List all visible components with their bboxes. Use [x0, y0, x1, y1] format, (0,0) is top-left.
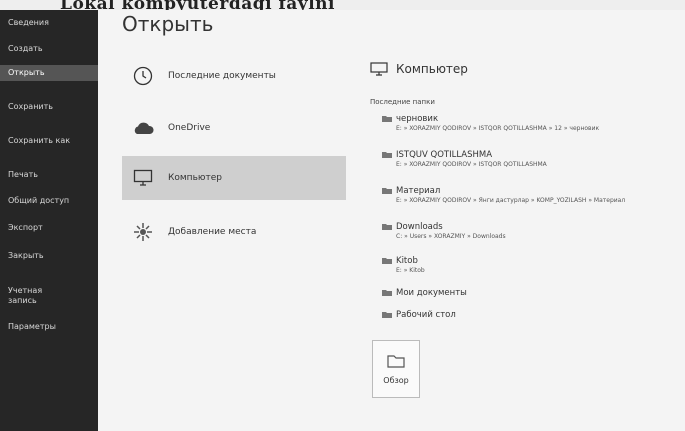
recent-folder-item[interactable]: Рабочий стол	[382, 310, 456, 320]
sidebar-item-new[interactable]: Создать	[0, 44, 98, 54]
sidebar-item-export[interactable]: Экспорт	[0, 223, 98, 233]
sidebar-item-open[interactable]: Открыть	[0, 65, 98, 81]
sidebar-item-print[interactable]: Печать	[0, 170, 98, 180]
folder-icon	[382, 115, 392, 122]
place-label: Последние документы	[168, 71, 276, 81]
sidebar-item-save[interactable]: Сохранить	[0, 102, 98, 112]
folder-icon	[382, 289, 392, 296]
folder-path: E: » XORAZMIY QODIROV » ISTQOR QOTILLASH…	[396, 125, 600, 132]
sidebar-item-share[interactable]: Общий доступ	[0, 196, 98, 206]
panel-title-label: Компьютер	[396, 62, 468, 76]
recent-folders-heading: Последние папки	[370, 98, 435, 106]
folder-icon	[382, 257, 392, 264]
place-label: OneDrive	[168, 123, 211, 133]
recent-folder-item[interactable]: Мои документы	[382, 288, 467, 298]
backstage-window: Сведения Создать Открыть Сохранить Сохра…	[0, 10, 685, 431]
folder-icon	[382, 223, 392, 230]
sidebar-item-options[interactable]: Параметры	[0, 322, 98, 332]
browse-label: Обзор	[383, 375, 409, 385]
recent-folder-item[interactable]: Downloads C: » Users » XORAZMIY » Downlo…	[382, 222, 506, 240]
folder-icon	[382, 187, 392, 194]
add-place-icon	[132, 221, 154, 243]
recent-folder-item[interactable]: ISTQUV QOTILLASHMA E: » XORAZMIY QODIROV…	[382, 150, 547, 168]
folder-icon	[387, 354, 405, 370]
page-title: Открыть	[122, 12, 214, 36]
folder-path: E: » XORAZMIY QODIROV » Янги дастурлар »…	[396, 197, 626, 204]
place-computer[interactable]: Компьютер	[122, 156, 346, 200]
place-onedrive[interactable]: OneDrive	[122, 106, 346, 150]
cloud-icon	[132, 117, 154, 139]
clock-icon	[132, 65, 154, 87]
recent-folder-item[interactable]: черновик E: » XORAZMIY QODIROV » ISTQOR …	[382, 114, 599, 132]
place-label: Добавление места	[168, 227, 257, 237]
recent-folder-item[interactable]: Материал E: » XORAZMIY QODIROV » Янги да…	[382, 186, 625, 204]
folder-path: E: » XORAZMIY QODIROV » ISTQOR QOTILLASH…	[396, 161, 547, 168]
place-add-location[interactable]: Добавление места	[122, 210, 346, 254]
folder-icon	[382, 151, 392, 158]
place-recent-documents[interactable]: Последние документы	[122, 54, 346, 98]
folder-path: C: » Users » XORAZMIY » Downloads	[396, 233, 506, 240]
panel-title: Компьютер	[370, 62, 468, 76]
monitor-icon	[132, 167, 154, 189]
monitor-icon	[370, 62, 388, 76]
browse-button[interactable]: Обзор	[372, 340, 420, 398]
folder-path: E: » Kitob	[396, 267, 425, 274]
sidebar-item-info[interactable]: Сведения	[0, 18, 98, 28]
recent-folder-item[interactable]: Kitob E: » Kitob	[382, 256, 425, 274]
place-label: Компьютер	[168, 173, 222, 183]
sidebar-item-close[interactable]: Закрыть	[0, 251, 98, 261]
sidebar: Сведения Создать Открыть Сохранить Сохра…	[0, 10, 98, 431]
folder-icon	[382, 311, 392, 318]
sidebar-item-account[interactable]: Учетная запись	[0, 286, 70, 306]
sidebar-item-save-as[interactable]: Сохранить как	[0, 136, 98, 146]
